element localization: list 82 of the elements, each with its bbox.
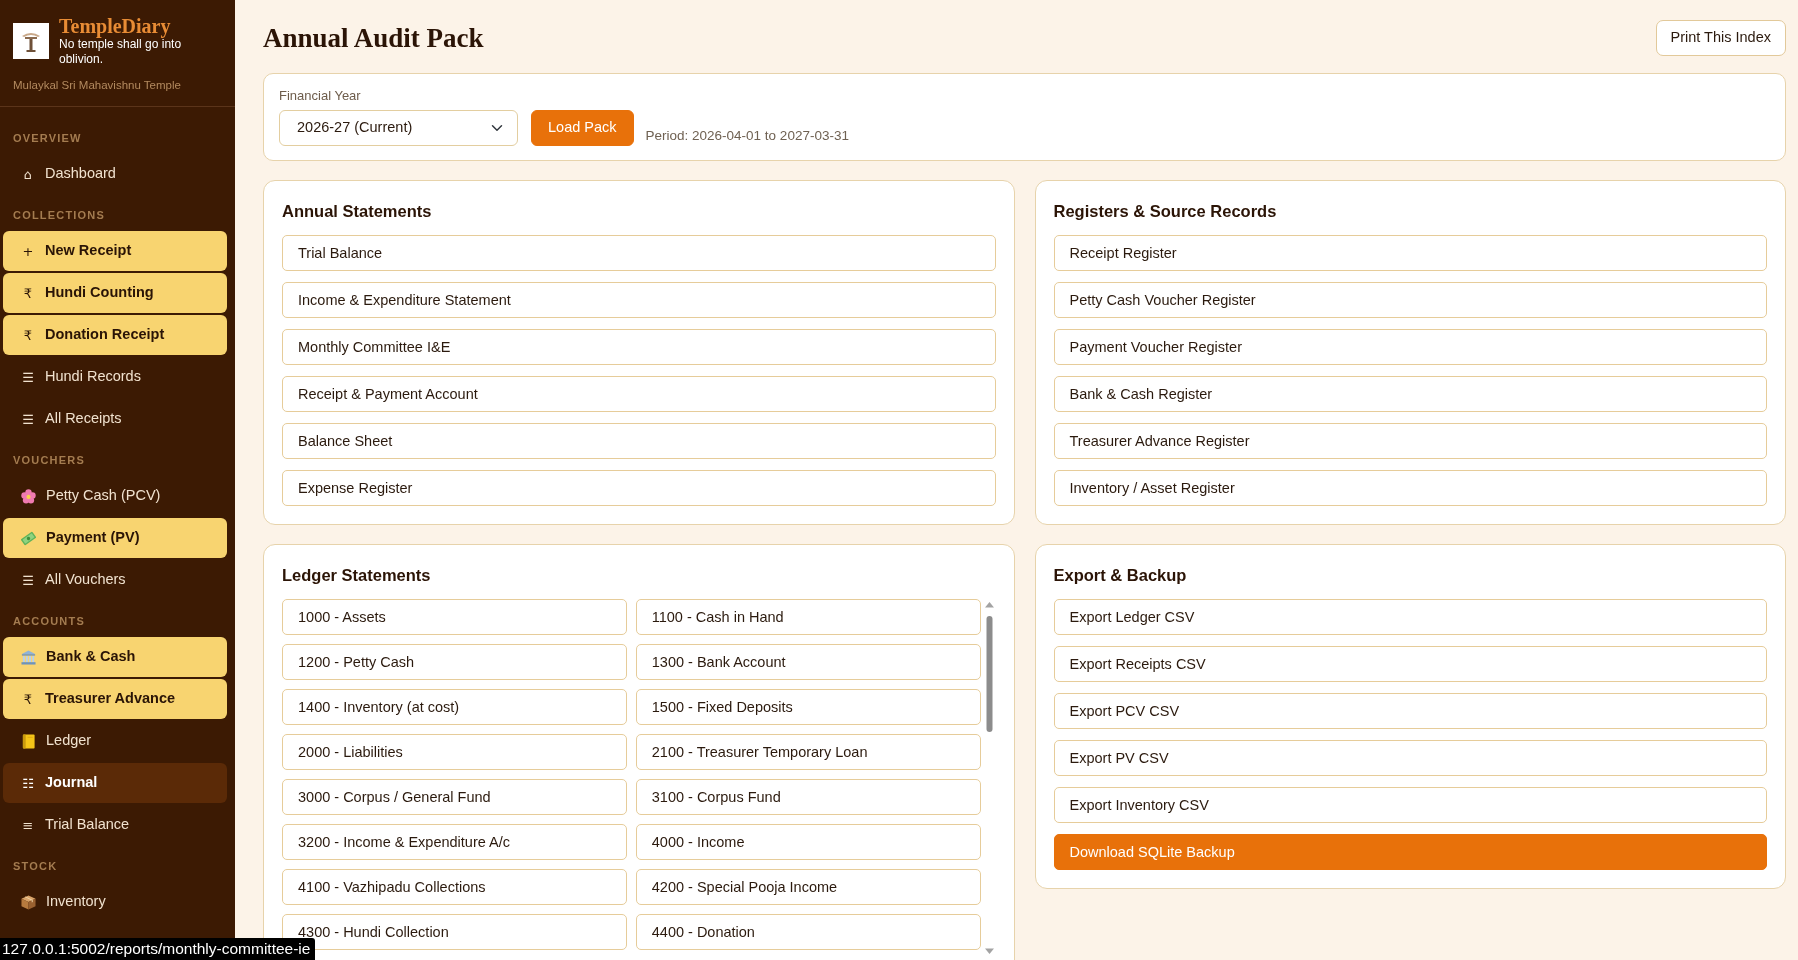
account-link[interactable]: 4100 - Vazhipadu Collections xyxy=(282,869,627,905)
panel-title: Export & Backup xyxy=(1053,565,1188,586)
account-link[interactable]: 2100 - Treasurer Temporary Loan xyxy=(635,734,981,770)
year-select[interactable]: 2026-27 (Current) xyxy=(279,110,518,146)
sidebar-link[interactable]: ☷ Journal xyxy=(3,763,227,803)
report-link[interactable]: Export Inventory CSV xyxy=(1053,787,1767,823)
account-link[interactable]: 3100 - Corpus Fund xyxy=(635,779,981,815)
rupee-icon: ₹ xyxy=(21,692,35,706)
print-button[interactable]: Print This Index xyxy=(1655,20,1786,56)
report-link[interactable]: Balance Sheet xyxy=(282,423,996,459)
flower-icon xyxy=(21,488,36,504)
report-link[interactable]: Payment Voucher Register xyxy=(1053,329,1767,365)
sidebar-link[interactable]: ☰ Hundi Records xyxy=(3,357,227,397)
account-link[interactable]: 2000 - Liabilities xyxy=(282,734,627,770)
report-link[interactable]: Treasurer Advance Register xyxy=(1053,423,1767,459)
section-heading: COLLECTIONS xyxy=(12,208,107,222)
sidebar-link[interactable]: Petty Cash (PCV) xyxy=(3,476,227,516)
sidebar-link[interactable]: ≡ Trial Balance xyxy=(3,805,227,845)
report-link[interactable]: Trial Balance xyxy=(282,235,996,271)
section-heading: VOUCHERS xyxy=(12,453,86,467)
rupee-icon: ₹ xyxy=(21,286,35,300)
section-heading: OVERVIEW xyxy=(12,131,83,145)
panel-title: Registers & Source Records xyxy=(1053,201,1278,222)
sidebar-link[interactable]: ☰ All Vouchers xyxy=(3,560,227,600)
grid-icon: ☷ xyxy=(21,776,35,790)
report-link[interactable]: Income & Expenditure Statement xyxy=(282,282,996,318)
report-link[interactable]: Petty Cash Voucher Register xyxy=(1053,282,1767,318)
report-link[interactable]: Inventory / Asset Register xyxy=(1053,470,1767,506)
home-icon: ⌂ xyxy=(21,167,35,181)
account-link[interactable]: 3000 - Corpus / General Fund xyxy=(282,779,627,815)
sidebar-link[interactable]: ☰ All Receipts xyxy=(3,399,227,439)
section-heading: ACCOUNTS xyxy=(12,614,86,628)
report-link[interactable]: Export PV CSV xyxy=(1053,740,1767,776)
report-link[interactable]: Monthly Committee I&E xyxy=(282,329,996,365)
temple-name: Mulaykal Sri Mahavishnu Temple xyxy=(0,67,235,107)
bank-icon xyxy=(21,649,36,665)
list-icon: ☰ xyxy=(21,412,35,426)
sidebar-action-button[interactable]: ₹ Treasurer Advance xyxy=(3,679,227,719)
list-icon: ☰ xyxy=(21,573,35,587)
sidebar-link[interactable]: Inventory xyxy=(3,882,227,922)
section-heading: STOCK xyxy=(12,859,59,873)
sidebar-action-button[interactable]: ₹ Donation Receipt xyxy=(3,315,227,355)
notebook-icon xyxy=(21,733,36,749)
sidebar-link[interactable]: Ledger xyxy=(3,721,227,761)
rupee-icon: ₹ xyxy=(21,328,35,342)
brand-name: TempleDiary xyxy=(59,15,172,37)
scrollbar[interactable] xyxy=(982,599,996,957)
banknote-icon xyxy=(21,530,36,546)
sidebar-action-button[interactable]: Payment (PV) xyxy=(3,518,227,558)
account-link[interactable]: 3200 - Income & Expenditure A/c xyxy=(282,824,627,860)
plus-icon: + xyxy=(21,244,35,258)
report-link[interactable]: Bank & Cash Register xyxy=(1053,376,1767,412)
report-link[interactable]: Export Ledger CSV xyxy=(1053,599,1767,635)
box-icon xyxy=(21,894,36,910)
brand-tagline: No temple shall go into oblivion. xyxy=(59,37,183,67)
account-link[interactable]: 4000 - Income xyxy=(635,824,981,860)
account-link[interactable]: 1500 - Fixed Deposits xyxy=(635,689,981,725)
sidebar-action-button[interactable]: Bank & Cash xyxy=(3,637,227,677)
sidebar-action-button[interactable]: + New Receipt xyxy=(3,231,227,271)
account-link[interactable]: 1000 - Assets xyxy=(282,599,627,635)
panel-title: Ledger Statements xyxy=(282,565,432,586)
list-icon: ≡ xyxy=(21,818,35,832)
sidebar-link[interactable]: ⌂ Dashboard xyxy=(3,154,227,194)
list-icon: ☰ xyxy=(21,370,35,384)
report-link[interactable]: Export Receipts CSV xyxy=(1053,646,1767,682)
account-link[interactable]: 1100 - Cash in Hand xyxy=(635,599,981,635)
page-title: Annual Audit Pack xyxy=(263,22,484,54)
report-link[interactable]: Export PCV CSV xyxy=(1053,693,1767,729)
account-link[interactable]: 1200 - Petty Cash xyxy=(282,644,627,680)
logo-icon xyxy=(13,23,49,59)
account-link[interactable]: 1300 - Bank Account xyxy=(635,644,981,680)
report-link[interactable]: Receipt Register xyxy=(1053,235,1767,271)
panel-title: Annual Statements xyxy=(282,201,433,222)
report-link[interactable]: Expense Register xyxy=(282,470,996,506)
account-link[interactable]: 4200 - Special Pooja Income xyxy=(635,869,981,905)
account-link[interactable]: 4400 - Donation xyxy=(635,914,981,950)
field-label: Financial Year xyxy=(279,88,362,104)
report-link[interactable]: Receipt & Payment Account xyxy=(282,376,996,412)
account-link[interactable]: 1400 - Inventory (at cost) xyxy=(282,689,627,725)
sidebar-action-button[interactable]: ₹ Hundi Counting xyxy=(3,273,227,313)
status-bar: 127.0.0.1:5002/reports/monthly-committee-ie xyxy=(0,938,316,960)
period-text: Period: 2026-04-01 to 2027-03-31 xyxy=(645,126,849,145)
